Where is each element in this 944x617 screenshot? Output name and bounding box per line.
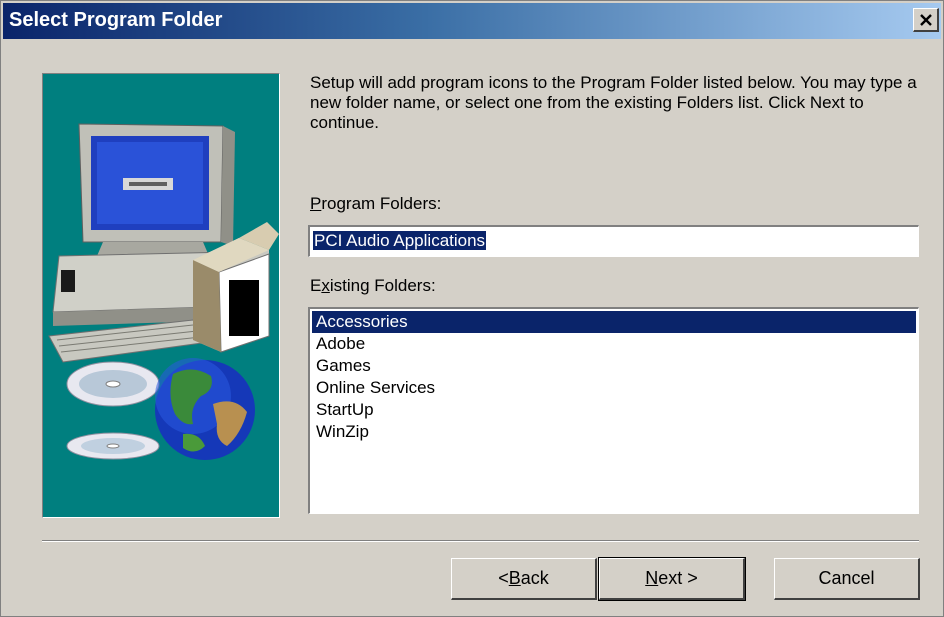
program-folders-label-text: rogram Folders: bbox=[321, 194, 442, 213]
existing-folders-label: Existing Folders: bbox=[310, 276, 436, 296]
back-button-mnemonic: B bbox=[508, 568, 521, 588]
program-folder-value: PCI Audio Applications bbox=[313, 231, 487, 250]
list-item-winzip[interactable]: WinZip bbox=[312, 421, 916, 443]
existing-folders-list[interactable]: Accessories Adobe Games Online Services … bbox=[308, 307, 919, 514]
close-icon bbox=[919, 13, 932, 26]
program-folders-mnemonic: P bbox=[310, 194, 322, 213]
program-folders-label: Program Folders: bbox=[310, 194, 441, 214]
setup-illustration-panel bbox=[42, 73, 280, 518]
back-button-pre: < bbox=[498, 568, 509, 588]
next-button-text: ext > bbox=[658, 568, 698, 588]
list-item-online-services[interactable]: Online Services bbox=[312, 377, 916, 399]
existing-folders-label-text: isting Folders: bbox=[329, 276, 436, 295]
setup-dialog: Select Program Folder Setup will add pro… bbox=[0, 0, 944, 617]
list-item-startup[interactable]: StartUp bbox=[312, 399, 916, 421]
globe-icon bbox=[155, 358, 255, 460]
next-button[interactable]: Next > bbox=[598, 557, 746, 601]
list-item-games[interactable]: Games bbox=[312, 355, 916, 377]
list-item-accessories[interactable]: Accessories bbox=[312, 311, 916, 333]
program-folder-input[interactable]: PCI Audio Applications bbox=[308, 225, 919, 257]
next-button-mnemonic: N bbox=[645, 568, 659, 588]
cancel-button[interactable]: Cancel bbox=[774, 558, 920, 600]
list-item-adobe[interactable]: Adobe bbox=[312, 333, 916, 355]
button-separator bbox=[42, 540, 919, 542]
back-button[interactable]: < Back bbox=[451, 558, 597, 600]
back-button-text: ack bbox=[520, 568, 549, 588]
existing-folders-label-pre: E bbox=[310, 276, 322, 295]
existing-folders-mnemonic: x bbox=[321, 276, 330, 295]
setup-illustration bbox=[48, 123, 279, 460]
cd-disc-icon bbox=[66, 361, 160, 460]
title-bar[interactable]: Select Program Folder bbox=[3, 3, 941, 39]
instructions-text: Setup will add program icons to the Prog… bbox=[310, 73, 917, 132]
window-title: Select Program Folder bbox=[9, 9, 223, 31]
close-button[interactable] bbox=[913, 8, 939, 32]
